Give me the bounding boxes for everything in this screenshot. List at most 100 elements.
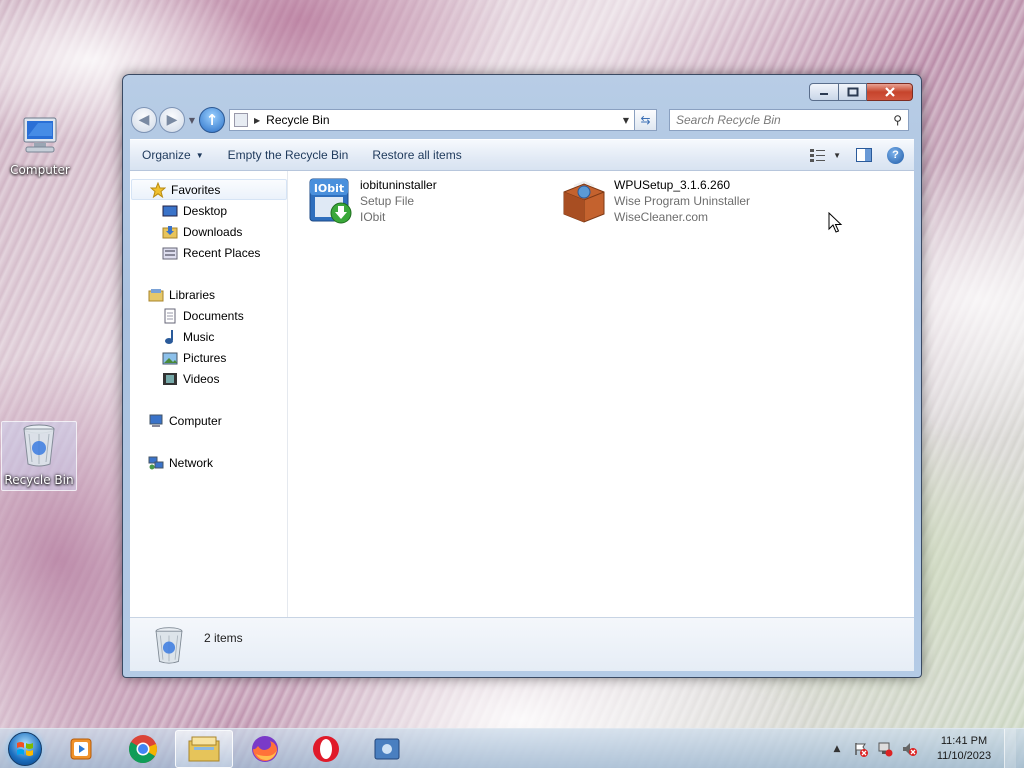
- address-dropdown-icon[interactable]: ▼: [618, 116, 634, 125]
- breadcrumb-chevron-icon[interactable]: ▶: [254, 116, 260, 125]
- nav-desktop[interactable]: Desktop: [130, 200, 287, 221]
- nav-network[interactable]: Network: [130, 452, 287, 473]
- nav-music[interactable]: Music: [130, 326, 287, 347]
- file-name: iobituninstaller: [360, 178, 437, 192]
- documents-icon: [162, 308, 178, 324]
- caption-buttons: [809, 83, 913, 101]
- address-bar[interactable]: ▶ Recycle Bin ▼: [229, 109, 635, 131]
- nav-videos-label: Videos: [183, 371, 220, 386]
- clock[interactable]: 11:41 PM 11/10/2023: [930, 734, 998, 764]
- view-list-icon: [810, 149, 826, 162]
- recycle-app-icon: [374, 738, 400, 759]
- chevron-down-icon: ▼: [195, 150, 204, 160]
- nav-pictures-label: Pictures: [183, 350, 227, 365]
- clock-date: 11/10/2023: [936, 749, 992, 762]
- preview-pane-icon: [856, 148, 872, 162]
- nav-favorites[interactable]: Favorites: [131, 179, 287, 200]
- nav-libraries-label: Libraries: [169, 287, 216, 302]
- nav-documents-label: Documents: [183, 308, 244, 323]
- mouse-cursor-icon: [828, 212, 843, 233]
- nav-music-label: Music: [183, 329, 215, 344]
- organize-menu[interactable]: Organize ▼: [130, 143, 216, 167]
- taskbar-media-player[interactable]: [53, 730, 111, 768]
- file-company: WiseCleaner.com: [614, 210, 709, 224]
- nav-computer-label: Computer: [169, 413, 222, 428]
- nav-downloads-label: Downloads: [183, 224, 243, 239]
- star-icon: [150, 181, 166, 198]
- restore-all-button[interactable]: Restore all items: [360, 143, 473, 167]
- empty-recycle-bin-button[interactable]: Empty the Recycle Bin: [216, 143, 361, 167]
- desktop-icon-label: Computer: [10, 163, 70, 177]
- action-center-icon[interactable]: [852, 741, 870, 757]
- nav-computer[interactable]: Computer: [130, 410, 287, 431]
- firefox-icon: [252, 735, 278, 762]
- explorer-window: ◀ ▶ ▼ ↑ ▶ Recycle Bin ▼ ⇆ Search Recycle…: [122, 74, 922, 678]
- nav-libraries[interactable]: Libraries: [130, 284, 287, 305]
- forward-button[interactable]: ▶: [159, 107, 185, 133]
- start-button[interactable]: [0, 729, 50, 768]
- taskbar-opera[interactable]: [297, 730, 355, 768]
- minimize-button[interactable]: [809, 83, 839, 101]
- taskbar-explorer[interactable]: [175, 729, 233, 768]
- computer-small-icon: [148, 413, 164, 429]
- help-icon[interactable]: ?: [887, 146, 904, 164]
- nav-videos[interactable]: Videos: [130, 368, 287, 389]
- navigation-bar: ◀ ▶ ▼ ↑ ▶ Recycle Bin ▼ ⇆ Search Recycle…: [131, 107, 913, 133]
- close-icon: [884, 87, 895, 97]
- item-count: 2 items: [204, 630, 243, 645]
- nav-documents[interactable]: Documents: [130, 305, 287, 326]
- back-button[interactable]: ◀: [131, 107, 157, 133]
- computer-icon: [23, 117, 57, 153]
- show-desktop-button[interactable]: [1004, 728, 1016, 768]
- system-tray: ▲ 11:41 PM 11/10/2023: [822, 728, 1024, 768]
- nav-desktop-label: Desktop: [183, 203, 228, 218]
- explorer-icon: [188, 736, 220, 761]
- content-area: Favorites Desktop Downloads Recent Place…: [130, 171, 914, 617]
- search-input[interactable]: Search Recycle Bin ⚲: [669, 109, 909, 131]
- change-view-button[interactable]: [809, 147, 827, 163]
- network-status-icon[interactable]: [876, 741, 894, 757]
- taskbar-recycle-bin[interactable]: [358, 730, 416, 768]
- restore-all-label: Restore all items: [372, 148, 462, 162]
- package-box-icon: [560, 177, 608, 225]
- nav-recent-places[interactable]: Recent Places: [130, 242, 287, 263]
- file-item[interactable]: IObit iobituninstaller Setup File IObit: [306, 177, 437, 225]
- up-button[interactable]: ↑: [199, 107, 225, 133]
- nav-downloads[interactable]: Downloads: [130, 221, 287, 242]
- nav-pictures[interactable]: Pictures: [130, 347, 287, 368]
- search-placeholder: Search Recycle Bin: [676, 113, 781, 127]
- maximize-button[interactable]: [839, 83, 867, 101]
- refresh-button[interactable]: ⇆: [635, 109, 657, 131]
- organize-label: Organize: [142, 148, 191, 162]
- show-hidden-icons-icon[interactable]: ▲: [828, 741, 846, 757]
- recycle-bin-small-icon: [234, 113, 248, 127]
- desktop-icon: [162, 203, 178, 219]
- search-icon[interactable]: ⚲: [893, 113, 902, 127]
- volume-muted-icon[interactable]: [900, 741, 918, 757]
- videos-icon: [162, 371, 178, 387]
- empty-recycle-bin-label: Empty the Recycle Bin: [227, 148, 349, 162]
- file-item[interactable]: WPUSetup_3.1.6.260 Wise Program Uninstal…: [560, 177, 750, 225]
- iobit-setup-icon: IObit: [306, 177, 354, 225]
- taskbar-firefox[interactable]: [236, 730, 294, 768]
- desktop-icon-recycle-bin[interactable]: Recycle Bin: [1, 421, 77, 491]
- desktop-icon-computer[interactable]: Computer: [2, 114, 78, 177]
- close-button[interactable]: [867, 83, 913, 101]
- svg-text:IObit: IObit: [314, 182, 344, 195]
- details-pane: 2 items: [130, 617, 914, 671]
- recent-places-icon: [162, 245, 178, 261]
- pictures-icon: [162, 350, 178, 366]
- nav-recent-places-label: Recent Places: [183, 245, 261, 260]
- navigation-pane: Favorites Desktop Downloads Recent Place…: [130, 171, 288, 617]
- taskbar-chrome[interactable]: [114, 730, 172, 768]
- file-type: Setup File: [360, 194, 415, 208]
- view-options-dropdown[interactable]: ▼: [833, 151, 841, 160]
- back-arrow-icon: ◀: [138, 112, 150, 128]
- recent-pages-dropdown[interactable]: ▼: [187, 116, 197, 125]
- breadcrumb-location[interactable]: Recycle Bin: [266, 113, 618, 127]
- file-type: Wise Program Uninstaller: [614, 194, 751, 208]
- command-bar: Organize ▼ Empty the Recycle Bin Restore…: [130, 139, 914, 171]
- recycle-bin-icon: [155, 626, 183, 664]
- taskbar: ▲ 11:41 PM 11/10/2023: [0, 728, 1024, 768]
- preview-pane-button[interactable]: [855, 147, 873, 163]
